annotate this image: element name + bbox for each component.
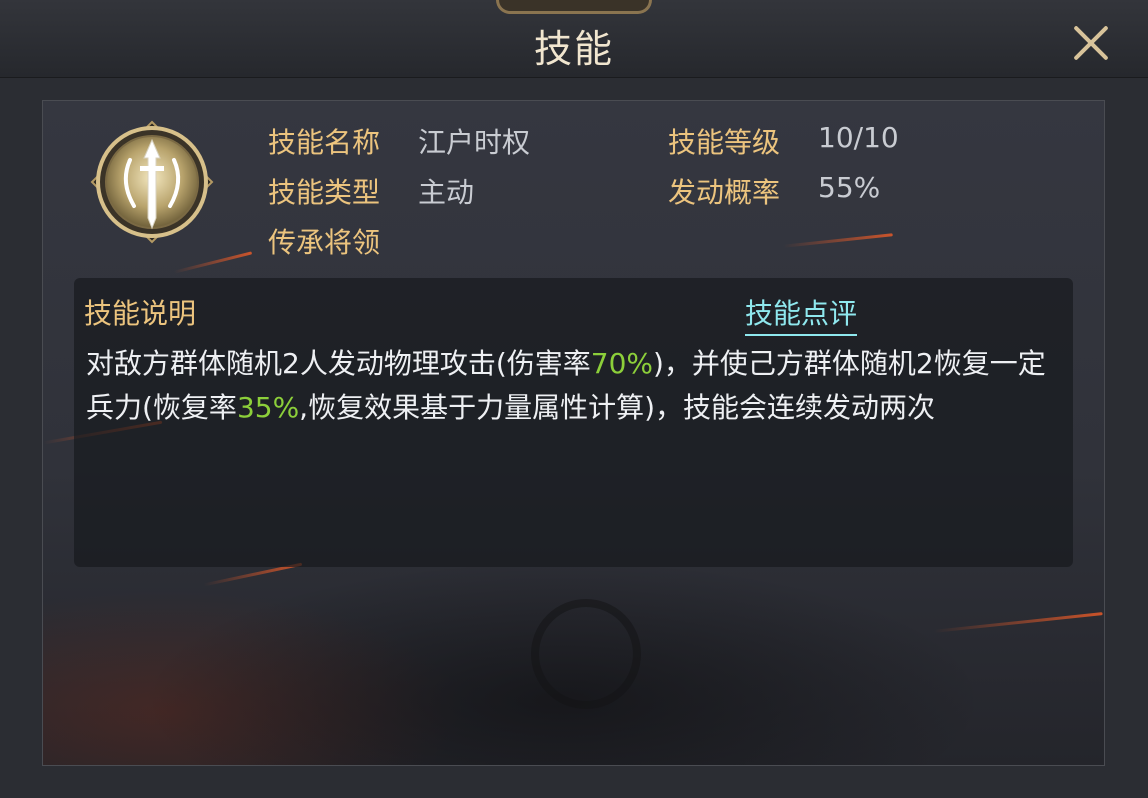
description-text-part: ,恢复效果基于力量属性计算)，技能会连续发动两次 xyxy=(299,391,935,424)
skill-level-value: 10/10 xyxy=(818,121,899,154)
description-text: 对敌方群体随机2人发动物理攻击(伤害率70%)，并使己方群体随机2恢复一定兵力(… xyxy=(86,342,1061,430)
sword-emblem-icon[interactable] xyxy=(90,120,214,244)
skill-type-value: 主动 xyxy=(418,176,475,209)
skill-level-label: 技能等级 xyxy=(668,126,781,159)
trigger-rate-label: 发动概率 xyxy=(668,176,781,209)
skill-name-label: 技能名称 xyxy=(268,126,381,159)
ember-streak xyxy=(783,233,893,248)
trigger-rate-value: 55% xyxy=(818,171,881,204)
ember-streak xyxy=(933,612,1103,633)
skill-type-label: 技能类型 xyxy=(268,176,381,209)
damage-rate-value: 70% xyxy=(590,347,653,380)
skill-review-link[interactable]: 技能点评 xyxy=(745,292,858,336)
title-ornament xyxy=(496,0,652,14)
title-bar: 技能 xyxy=(0,0,1148,78)
close-icon[interactable] xyxy=(1066,18,1116,68)
background-wheel xyxy=(531,599,641,709)
description-title: 技能说明 xyxy=(84,297,197,330)
skill-name-value: 江户时权 xyxy=(418,126,531,159)
inherit-general-label: 传承将领 xyxy=(268,226,381,259)
ember-streak xyxy=(173,251,253,274)
description-text-part: 对敌方群体随机2人发动物理攻击(伤害率 xyxy=(86,347,591,380)
recovery-rate-value: 35% xyxy=(236,391,300,424)
window-title: 技能 xyxy=(533,27,614,71)
